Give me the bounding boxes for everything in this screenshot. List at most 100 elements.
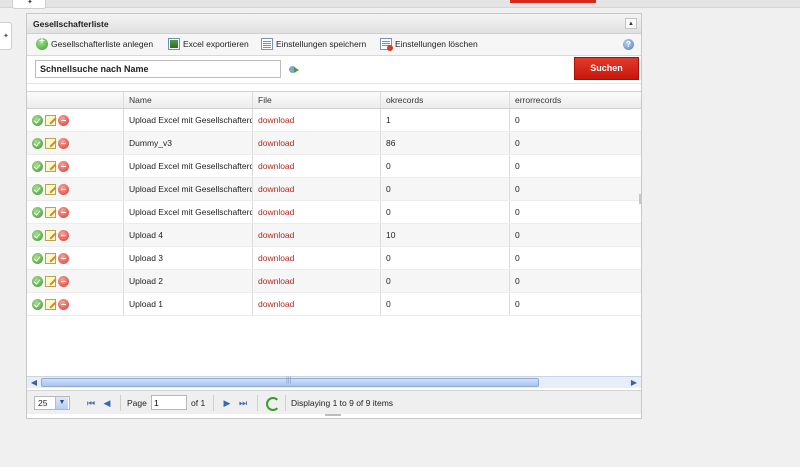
cell-okrecords: 0 [381, 247, 510, 269]
separator [257, 395, 258, 411]
save-settings-button[interactable]: Einstellungen speichern [261, 38, 366, 50]
edit-icon[interactable] [45, 252, 56, 264]
cell-file: download [253, 270, 381, 292]
plus-icon: ✦ [3, 33, 9, 40]
excel-icon [168, 38, 180, 50]
table-row[interactable]: Upload Excel mit Gesellschafterdaten down… [27, 201, 641, 224]
check-icon[interactable] [32, 229, 43, 241]
top-tab[interactable]: ✦ [12, 0, 46, 9]
edit-icon[interactable] [45, 183, 56, 195]
download-link[interactable]: download [258, 207, 294, 217]
page-number-input[interactable] [151, 395, 187, 410]
check-icon[interactable] [32, 137, 43, 149]
download-link[interactable]: download [258, 161, 294, 171]
download-link[interactable]: download [258, 299, 294, 309]
edit-icon[interactable] [45, 160, 56, 172]
delete-icon[interactable] [58, 160, 69, 172]
table-row[interactable]: Upload 1 download 0 0 [27, 293, 641, 316]
check-icon[interactable] [32, 183, 43, 195]
delete-icon[interactable] [58, 229, 69, 241]
vertical-scrollbar-thumb[interactable] [639, 194, 641, 204]
column-header-okrecords[interactable]: okrecords [381, 92, 510, 108]
scroll-right-icon[interactable]: ▶ [629, 378, 639, 388]
add-list-label: Gesellschafterliste anlegen [51, 39, 154, 49]
column-header-name[interactable]: Name [124, 92, 253, 108]
table-row[interactable]: Upload 3 download 0 0 [27, 247, 641, 270]
first-page-icon[interactable]: ⏮ [85, 397, 97, 409]
check-icon[interactable] [32, 252, 43, 264]
save-settings-label: Einstellungen speichern [276, 39, 367, 49]
edit-icon[interactable] [45, 137, 56, 149]
cell-file: download [253, 293, 381, 315]
table-row[interactable]: Upload Excel mit Gesellschafterdaten down… [27, 155, 641, 178]
top-accent-bar [510, 0, 596, 3]
quick-search-input[interactable] [35, 60, 281, 78]
add-list-button[interactable]: Gesellschafterliste anlegen [36, 36, 154, 50]
download-link[interactable]: download [258, 184, 294, 194]
delete-icon[interactable] [58, 252, 69, 264]
excel-export-button[interactable]: Excel exportieren [168, 38, 249, 50]
delete-icon[interactable] [58, 206, 69, 218]
search-button[interactable]: Suchen [574, 57, 639, 80]
edit-icon[interactable] [45, 114, 56, 126]
check-icon[interactable] [32, 114, 43, 126]
resize-handle[interactable] [325, 414, 341, 416]
grid-body: Upload Excel mit Gesellschafterdaten down… [27, 109, 641, 316]
cell-okrecords: 1 [381, 109, 510, 131]
page-count-label: of 1 [191, 398, 206, 408]
refresh-icon[interactable] [265, 396, 280, 411]
delete-icon[interactable] [58, 137, 69, 149]
table-row[interactable]: Dummy_v3 download 86 0 [27, 132, 641, 155]
edit-icon[interactable] [45, 206, 56, 218]
column-header-errorrecords[interactable]: errorrecords [510, 92, 641, 108]
table-row[interactable]: Upload 4 download 10 0 [27, 224, 641, 247]
separator [213, 395, 214, 411]
grid-header: Name File okrecords errorrecords [27, 91, 641, 109]
check-icon[interactable] [32, 206, 43, 218]
cell-name: Upload Excel mit Gesellschafterdaten [124, 155, 253, 177]
cell-name: Upload 1 [124, 293, 253, 315]
table-row[interactable]: Upload Excel mit Gesellschafterdaten down… [27, 178, 641, 201]
cell-file: download [253, 155, 381, 177]
table-row[interactable]: Upload 2 download 0 0 [27, 270, 641, 293]
edit-icon[interactable] [45, 298, 56, 310]
download-link[interactable]: download [258, 138, 294, 148]
prev-page-icon[interactable]: ◀ [101, 397, 113, 409]
cell-file: download [253, 132, 381, 154]
scroll-left-icon[interactable]: ◀ [29, 378, 39, 388]
cell-file: download [253, 224, 381, 246]
help-icon[interactable]: ? [623, 39, 634, 50]
edit-icon[interactable] [45, 275, 56, 287]
cell-errorrecords: 0 [515, 230, 520, 240]
search-go-icon[interactable] [289, 64, 299, 74]
left-tab[interactable]: ✦ [0, 22, 12, 50]
download-link[interactable]: download [258, 276, 294, 286]
cell-errorrecords: 0 [515, 138, 520, 148]
delete-settings-label: Einstellungen löschen [395, 39, 478, 49]
delete-icon[interactable] [58, 114, 69, 126]
delete-icon[interactable] [58, 275, 69, 287]
collapse-button[interactable]: ▲ [625, 18, 637, 29]
delete-icon[interactable] [58, 298, 69, 310]
cell-okrecords: 0 [381, 201, 510, 223]
download-link[interactable]: download [258, 230, 294, 240]
delete-icon[interactable] [58, 183, 69, 195]
horizontal-scrollbar[interactable]: ◀ ||| ▶ [27, 376, 641, 388]
table-row[interactable]: Upload Excel mit Gesellschafterdaten down… [27, 109, 641, 132]
column-header-file[interactable]: File [253, 92, 381, 108]
last-page-icon[interactable]: ⏭ [237, 397, 249, 409]
row-actions [27, 270, 124, 292]
check-icon[interactable] [32, 160, 43, 172]
check-icon[interactable] [32, 275, 43, 287]
download-link[interactable]: download [258, 115, 294, 125]
cell-name: Upload 3 [124, 247, 253, 269]
delete-settings-button[interactable]: Einstellungen löschen [380, 38, 478, 51]
row-actions [27, 201, 124, 223]
search-row: Suchen [27, 56, 641, 84]
edit-icon[interactable] [45, 229, 56, 241]
next-page-icon[interactable]: ▶ [221, 397, 233, 409]
scrollbar-thumb[interactable]: ||| [41, 377, 539, 387]
chevron-down-icon[interactable]: ▼ [55, 397, 68, 409]
download-link[interactable]: download [258, 253, 294, 263]
check-icon[interactable] [32, 298, 43, 310]
